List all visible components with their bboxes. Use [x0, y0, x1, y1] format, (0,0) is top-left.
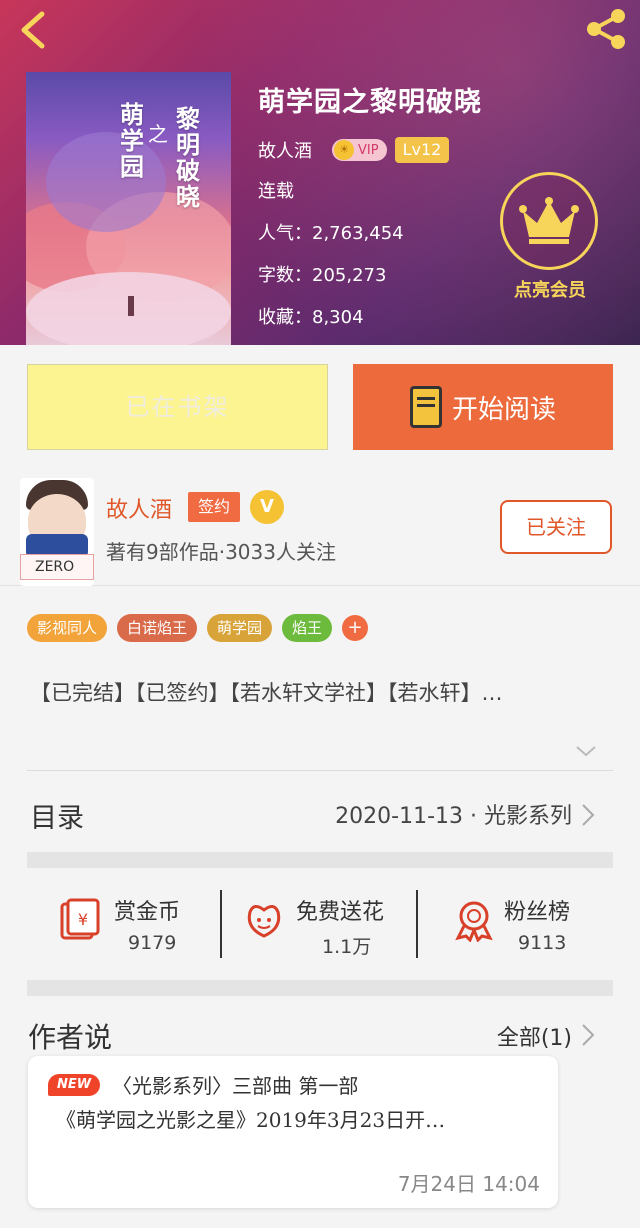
- note-line-1: 〈光影系列〉三部曲 第一部: [112, 1074, 359, 1098]
- fans-label: 粉丝榜: [504, 900, 571, 925]
- section-divider: [27, 980, 613, 996]
- cover-figure: [128, 296, 134, 316]
- word-count: 字数：205,273: [258, 265, 387, 286]
- favorites-count: 收藏：8,304: [258, 307, 364, 328]
- svg-text:¥: ¥: [78, 910, 88, 929]
- author-note-card[interactable]: NEW 〈光影系列〉三部曲 第一部 《萌学园之光影之星》2019年3月23日开……: [28, 1056, 558, 1208]
- fans-value: 9113: [518, 932, 567, 954]
- reward-value: 9179: [128, 932, 177, 954]
- author-says-title: 作者说: [28, 1021, 113, 1054]
- author-name[interactable]: 故人酒: [258, 137, 312, 163]
- author-stats: 著有9部作品·3033人关注: [106, 540, 336, 564]
- fans-stat[interactable]: 粉丝榜 9113: [452, 890, 592, 966]
- more-tags-button[interactable]: +: [342, 615, 369, 641]
- view-all-link[interactable]: 全部(1): [497, 1020, 572, 1052]
- chevron-right-icon[interactable]: [580, 1022, 596, 1048]
- ribbon-medal-icon: [455, 901, 493, 942]
- book-description: 【已完结】【已签约】【若水轩文学社】【若水轩】…: [30, 681, 503, 705]
- vip-badge: ☀ VIP: [332, 139, 387, 161]
- author-card: ZERO 故人酒 签约 V 著有9部作品·3033人关注 已关注: [0, 468, 640, 586]
- on-shelf-button[interactable]: 已在书架: [27, 364, 328, 450]
- stat-separator: [416, 890, 418, 958]
- flower-label: 免费送花: [296, 900, 385, 925]
- signed-badge: 签约: [188, 492, 240, 522]
- vip-label: VIP: [358, 142, 379, 158]
- toc-row[interactable]: 目录 2020-11-13 · 光影系列: [0, 786, 640, 846]
- note-timestamp: 7月24日 14:04: [397, 1172, 540, 1196]
- section-divider: [27, 852, 613, 868]
- reward-label: 赏金币: [114, 900, 181, 925]
- flower-stat[interactable]: 免费送花 1.1万: [242, 890, 402, 966]
- member-label: 点亮会员: [514, 280, 586, 301]
- cover-title-mid: 之: [148, 122, 168, 146]
- author-name[interactable]: 故人酒: [106, 492, 172, 524]
- serial-status: 连载: [258, 181, 294, 202]
- sun-icon: ☀: [334, 140, 354, 160]
- start-reading-label: 开始阅读: [451, 394, 556, 425]
- red-envelope-icon: ¥: [60, 898, 100, 940]
- cover-title-main: 黎明破晓: [176, 104, 200, 211]
- start-reading-button[interactable]: 开始阅读: [353, 364, 613, 450]
- book-info: 萌学园之黎明破晓 故人酒 ☀ VIP Lv12 连载 人气：2,763,454 …: [258, 80, 482, 333]
- book-header: 黎明破晓 萌学园 之 萌学园之黎明破晓 故人酒 ☀ VIP Lv12 连载 人气…: [0, 0, 640, 345]
- reward-stat[interactable]: ¥ 赏金币 9179: [58, 890, 208, 966]
- tag-pill[interactable]: 焰王: [282, 614, 333, 642]
- author-row: 故人酒 ☀ VIP Lv12: [258, 135, 482, 165]
- follow-button[interactable]: 已关注: [500, 500, 612, 554]
- tag-list: 影视同人 白诺焰王 萌学园 焰王 +: [27, 614, 369, 642]
- cover-title-sub: 萌学园: [120, 100, 144, 181]
- note-line-2: 《萌学园之光影之星》2019年3月23日开…: [56, 1108, 446, 1132]
- share-icon[interactable]: [582, 6, 630, 52]
- popularity: 人气：2,763,454: [258, 223, 404, 244]
- tag-pill[interactable]: 白诺焰王: [117, 614, 198, 642]
- divider: [27, 770, 613, 771]
- stat-separator: [220, 890, 222, 958]
- book-cover[interactable]: 黎明破晓 萌学园 之: [26, 72, 231, 345]
- new-badge: NEW: [48, 1074, 100, 1096]
- flower-value: 1.1万: [322, 936, 372, 958]
- level-badge: Lv12: [394, 137, 450, 163]
- tag-pill[interactable]: 萌学园: [207, 614, 273, 642]
- book-title: 萌学园之黎明破晓: [258, 87, 482, 118]
- back-arrow-icon[interactable]: [14, 8, 54, 52]
- toc-label: 目录: [30, 803, 84, 834]
- book-icon: [409, 386, 442, 428]
- crown-icon: [500, 172, 598, 270]
- stats-row: ¥ 赏金币 9179 免费送花 1.1万 粉丝榜 9113: [0, 872, 640, 982]
- toc-latest: 2020-11-13 · 光影系列: [335, 804, 572, 829]
- tag-pill[interactable]: 影视同人: [27, 614, 108, 642]
- chevron-right-icon: [582, 804, 595, 826]
- flower-icon: [247, 905, 281, 938]
- author-says-header: 作者说 全部(1): [0, 1012, 640, 1056]
- expand-chevron-icon[interactable]: [575, 740, 597, 762]
- avatar-tag: ZERO: [20, 554, 94, 580]
- member-button[interactable]: 点亮会员: [500, 172, 600, 302]
- verified-badge: V: [250, 490, 284, 524]
- avatar[interactable]: ZERO: [20, 478, 94, 586]
